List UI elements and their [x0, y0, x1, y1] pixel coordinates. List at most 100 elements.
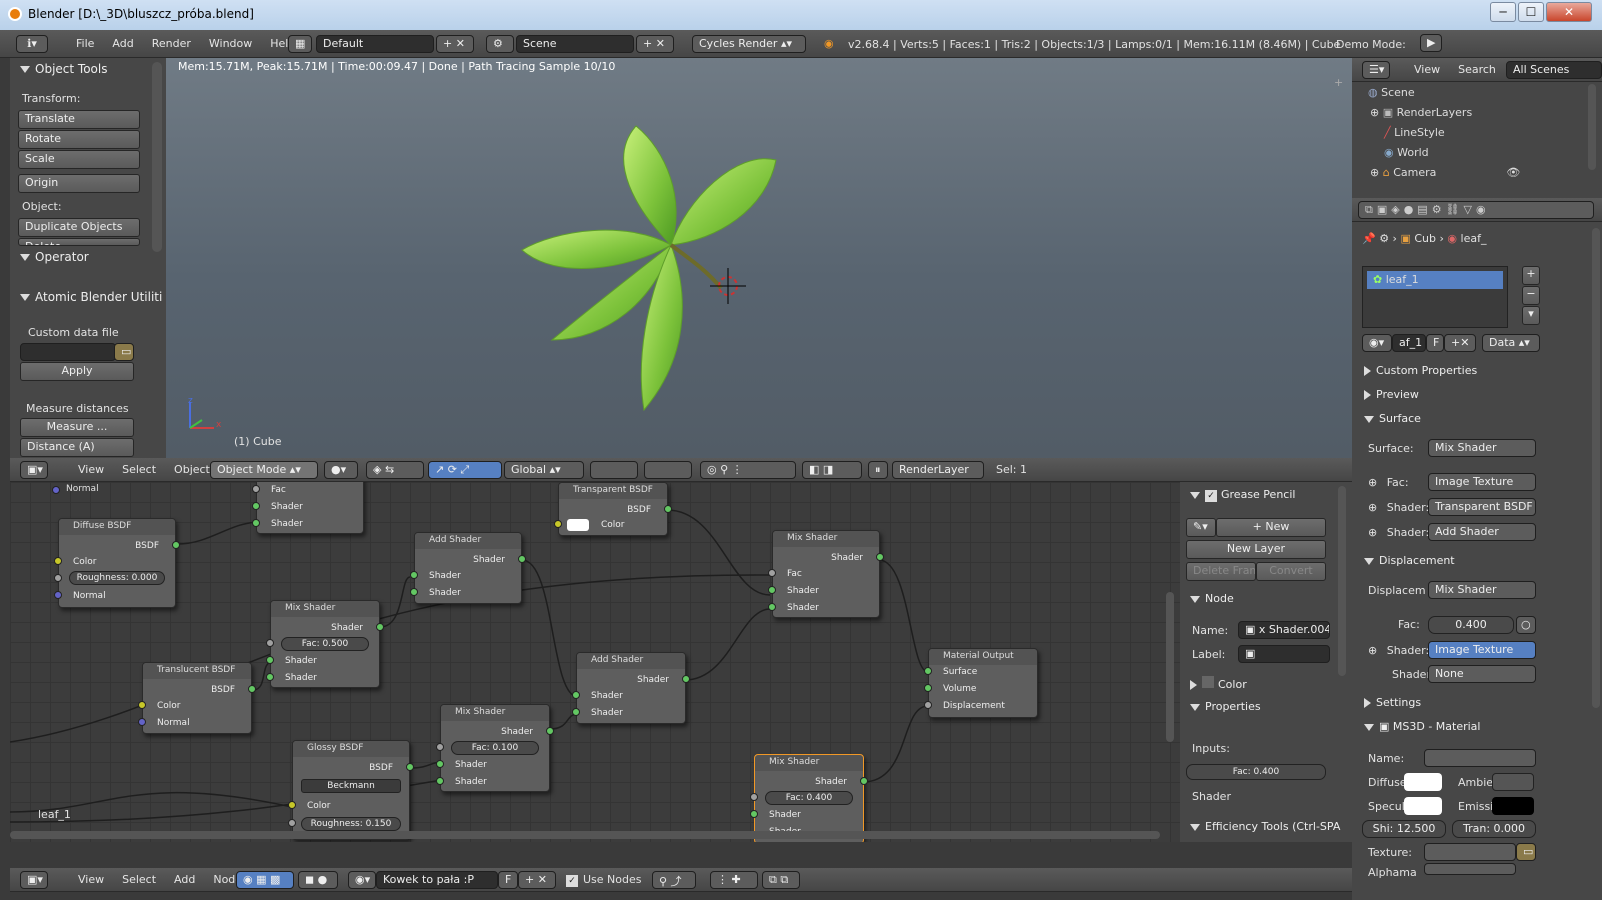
- object-tools-header[interactable]: Object Tools: [20, 62, 107, 76]
- origin-button[interactable]: Origin: [18, 174, 140, 193]
- node-socket[interactable]: [54, 557, 62, 565]
- node-mix-shader-right[interactable]: Mix Shader Shader Fac Shader Shader: [768, 530, 884, 618]
- disp-shader1-select[interactable]: Image Texture: [1428, 641, 1536, 659]
- node-socket[interactable]: [750, 793, 758, 801]
- 3d-editor-type-button[interactable]: ▣▾: [20, 461, 48, 479]
- convert-button[interactable]: Convert: [1256, 562, 1326, 581]
- node-glossy-distribution[interactable]: Beckmann: [301, 779, 401, 793]
- node-transparent-bsdf[interactable]: Transparent BSDF BSDF Color: [554, 482, 672, 536]
- viewport-plus-icon[interactable]: +: [1334, 76, 1343, 89]
- efficiency-tools-header[interactable]: Efficiency Tools (Ctrl-SPA: [1190, 820, 1340, 833]
- color-checkbox[interactable]: [1202, 676, 1214, 688]
- new-layer-button[interactable]: New Layer: [1186, 540, 1326, 559]
- node-menu-view[interactable]: View: [78, 873, 104, 886]
- material-browse-icon[interactable]: ◉▾: [348, 871, 376, 889]
- ms3d-texture-input[interactable]: [1424, 843, 1516, 861]
- node-socket[interactable]: [266, 673, 274, 681]
- disp-shader2-select[interactable]: None: [1428, 665, 1536, 683]
- 3d-viewport[interactable]: Mem:15.71M, Peak:15.71M | Time:00:09.47 …: [166, 58, 1352, 458]
- node-socket[interactable]: [252, 519, 260, 527]
- layers-group-1[interactable]: [590, 461, 638, 479]
- node-socket[interactable]: [572, 708, 580, 716]
- surface-shader-select[interactable]: Mix Shader: [1428, 439, 1536, 457]
- slot-add-button[interactable]: +: [1522, 266, 1540, 285]
- displacement-header[interactable]: Displacement: [1364, 554, 1455, 567]
- pause-render-button[interactable]: ⏸: [868, 461, 888, 479]
- translate-button[interactable]: Translate: [18, 110, 140, 129]
- renderlayer-button[interactable]: RenderLayer: [892, 461, 984, 479]
- snap-and-proportional-buttons[interactable]: ◎ ⚲ ⋮: [700, 461, 796, 479]
- node-socket[interactable]: [138, 701, 146, 709]
- render-engine-select[interactable]: Cycles Render ▴▾: [692, 35, 806, 53]
- ms3d-specular-color[interactable]: [1404, 797, 1442, 815]
- node-socket[interactable]: [924, 667, 932, 675]
- scale-button[interactable]: Scale: [18, 150, 140, 169]
- node-socket[interactable]: [288, 801, 296, 809]
- node-socket[interactable]: [768, 603, 776, 611]
- disp-fac-input[interactable]: 0.400: [1428, 616, 1514, 634]
- 3d-menu-object[interactable]: Object: [174, 463, 210, 476]
- ms3d-shininess-input[interactable]: Shi: 12.500: [1362, 820, 1446, 838]
- ms3d-name-input[interactable]: [1424, 749, 1536, 767]
- rotate-button[interactable]: Rotate: [18, 130, 140, 149]
- use-nodes-toggle[interactable]: ✓ Use Nodes: [566, 873, 642, 887]
- layers-group-2[interactable]: [644, 461, 692, 479]
- visibility-eye-icon[interactable]: 👁: [1506, 166, 1520, 179]
- npanel-scrollbar[interactable]: [1338, 486, 1346, 676]
- node-snap-buttons[interactable]: ⋮ ✚: [710, 871, 758, 889]
- node-mix2-fac[interactable]: Fac: 0.100: [451, 741, 539, 755]
- outliner-menu-view[interactable]: View: [1414, 63, 1440, 76]
- folder-icon[interactable]: ▭: [114, 343, 134, 361]
- node-socket[interactable]: [436, 743, 444, 751]
- material-slot-leaf[interactable]: ✿ leaf_1: [1367, 271, 1503, 289]
- tool-shelf-scrollbar[interactable]: [152, 62, 162, 252]
- transform-manipulator-buttons[interactable]: ↗ ⟳ ⤢: [428, 461, 502, 479]
- node-menu-add[interactable]: Add: [174, 873, 195, 886]
- node-socket[interactable]: [546, 727, 554, 735]
- slot-remove-button[interactable]: −: [1522, 286, 1540, 305]
- outliner-scrollbar[interactable]: [1588, 84, 1596, 170]
- node-diffuse-roughness[interactable]: Roughness: 0.000: [69, 571, 165, 585]
- node-socket[interactable]: [682, 675, 690, 683]
- node-mix-shader-1[interactable]: Mix Shader Shader Fac: 0.500 Shader Shad…: [266, 600, 384, 688]
- node-socket[interactable]: [768, 569, 776, 577]
- node-socket[interactable]: [860, 777, 868, 785]
- ms3d-ambient-color[interactable]: [1492, 773, 1534, 791]
- node-mix1-fac[interactable]: Fac: 0.500: [281, 637, 369, 651]
- node-socket[interactable]: [410, 588, 418, 596]
- outliner-item-camera[interactable]: ⊕ ⌂ Camera 👁: [1370, 166, 1520, 179]
- apply-button[interactable]: Apply: [20, 362, 134, 381]
- settings-header[interactable]: Settings: [1364, 696, 1421, 709]
- fac-input-select[interactable]: Image Texture: [1428, 473, 1536, 491]
- node-socket[interactable]: [172, 541, 180, 549]
- node-socket[interactable]: [266, 639, 274, 647]
- node-socket[interactable]: [518, 555, 526, 563]
- node-editor[interactable]: Normal Diffuse BSDF BSDF Color Roughness…: [10, 482, 1180, 842]
- properties-scrollbar[interactable]: [1592, 228, 1600, 708]
- viewport-shading-select[interactable]: ●▾: [324, 461, 358, 479]
- slot-menu-button[interactable]: ▾: [1522, 306, 1540, 325]
- menu-file[interactable]: File: [76, 37, 94, 50]
- ms3d-texture-folder-icon[interactable]: ▭: [1516, 843, 1536, 861]
- duplicate-objects-button[interactable]: Duplicate Objects: [18, 218, 140, 237]
- material-datablock-field[interactable]: af_1: [1392, 334, 1426, 352]
- 3d-menu-select[interactable]: Select: [122, 463, 156, 476]
- node-socket[interactable]: [768, 586, 776, 594]
- ms3d-transparency-input[interactable]: Tran: 0.000: [1452, 820, 1536, 838]
- node-socket[interactable]: [436, 760, 444, 768]
- displacement-select[interactable]: Mix Shader: [1428, 581, 1536, 599]
- scene-icon[interactable]: ⚙: [486, 35, 514, 53]
- preview-header[interactable]: Preview: [1364, 388, 1419, 401]
- outliner-filter-select[interactable]: All Scenes: [1506, 61, 1602, 79]
- node-socket[interactable]: [288, 819, 296, 827]
- screen-layout-field[interactable]: Default: [316, 35, 434, 53]
- node-name-input[interactable]: ▣ x Shader.004: [1238, 621, 1330, 639]
- node-socket[interactable]: [554, 520, 562, 528]
- node-socket[interactable]: [54, 574, 62, 582]
- outliner-item-renderlayers[interactable]: ⊕ ▣ RenderLayers: [1370, 106, 1472, 119]
- node-socket[interactable]: [252, 485, 260, 493]
- node-socket[interactable]: [54, 591, 62, 599]
- shader1-select[interactable]: Transparent BSDF: [1428, 498, 1536, 516]
- node-material-output[interactable]: Material Output Surface Volume Displacem…: [924, 648, 1038, 718]
- outliner-item-scene[interactable]: ◍ Scene: [1368, 86, 1415, 99]
